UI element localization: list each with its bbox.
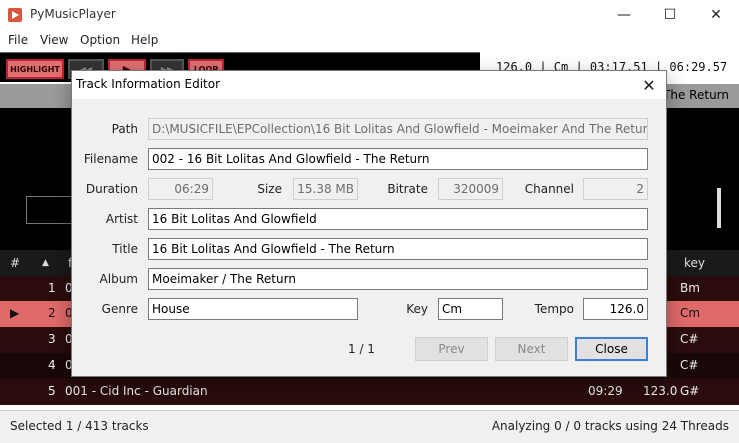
size-label: Size: [257, 182, 282, 196]
row-number: 2: [48, 306, 56, 320]
playing-marker-icon: ▶: [10, 306, 20, 320]
genre-field[interactable]: House: [148, 298, 358, 320]
sort-arrow-icon[interactable]: ▲: [42, 258, 49, 268]
maximize-button[interactable]: ☐: [647, 0, 693, 30]
prev-button[interactable]: Prev: [415, 337, 488, 361]
next-button[interactable]: Next: [495, 337, 568, 361]
menu-file[interactable]: File: [8, 33, 28, 47]
row-number: 5: [48, 384, 56, 398]
duration-label: Duration: [85, 182, 138, 196]
tempo-field[interactable]: 126.0: [583, 298, 648, 320]
album-field[interactable]: Moeimaker / The Return: [148, 268, 648, 290]
row-key: Bm: [680, 281, 700, 295]
path-label: Path: [111, 122, 138, 136]
close-window-button[interactable]: ✕: [693, 0, 739, 30]
artist-field[interactable]: 16 Bit Lolitas And Glowfield: [148, 208, 648, 230]
title-field[interactable]: 16 Bit Lolitas And Glowfield - The Retur…: [148, 238, 648, 260]
title-label: Title: [112, 242, 138, 256]
bitrate-label: Bitrate: [387, 182, 428, 196]
dialog-titlebar: Track Information Editor ✕: [72, 71, 666, 99]
channel-label: Channel: [524, 182, 574, 196]
status-selection: Selected 1 / 413 tracks: [10, 419, 149, 433]
row-file: 001 - Cid Inc - Guardian: [65, 384, 208, 398]
key-field[interactable]: Cm: [438, 298, 503, 320]
size-field: 15.38 MB: [293, 178, 358, 200]
menu-bar: File View Option Help: [0, 30, 739, 52]
menu-option[interactable]: Option: [80, 33, 120, 47]
table-row[interactable]: 5 001 - Cid Inc - Guardian 09:29 123.0 G…: [0, 379, 739, 405]
waveform-graphic: [26, 196, 76, 224]
key-label: Key: [406, 302, 428, 316]
artist-label: Artist: [105, 212, 138, 226]
close-button[interactable]: Close: [575, 337, 648, 361]
volume-slider[interactable]: [717, 188, 721, 228]
filename-field[interactable]: 002 - 16 Bit Lolitas And Glowfield - The…: [148, 148, 648, 170]
row-key: C#: [680, 332, 699, 346]
row-tempo: 123.0: [643, 384, 678, 398]
record-pager: 1 / 1: [348, 342, 375, 356]
album-label: Album: [99, 272, 138, 286]
status-bar: Selected 1 / 413 tracks Analyzing 0 / 0 …: [0, 410, 739, 443]
channel-field: 2: [583, 178, 648, 200]
column-header-key[interactable]: key: [684, 256, 705, 270]
row-key: Cm: [680, 306, 701, 320]
genre-label: Genre: [101, 302, 138, 316]
row-key: C#: [680, 358, 699, 372]
menu-help[interactable]: Help: [131, 33, 158, 47]
menu-view[interactable]: View: [40, 33, 68, 47]
column-header-num[interactable]: #: [10, 256, 20, 270]
dialog-title: Track Information Editor: [76, 77, 221, 91]
app-icon: [8, 8, 22, 22]
app-title: PyMusicPlayer: [30, 7, 116, 21]
bitrate-field: 320009: [438, 178, 503, 200]
row-key: G#: [680, 384, 700, 398]
window-titlebar: PyMusicPlayer — ☐ ✕: [0, 0, 739, 30]
duration-field: 06:29: [148, 178, 213, 200]
row-number: 3: [48, 332, 56, 346]
filename-label: Filename: [83, 152, 138, 166]
tempo-label: Tempo: [534, 302, 574, 316]
row-time: 09:29: [588, 384, 623, 398]
highlight-button[interactable]: HIGHLIGHT: [6, 59, 64, 79]
minimize-button[interactable]: —: [601, 0, 647, 30]
row-number: 4: [48, 358, 56, 372]
row-number: 1: [48, 281, 56, 295]
now-playing-title: The Return: [663, 88, 729, 102]
path-field: D:\MUSICFILE\EPCollection\16 Bit Lolitas…: [148, 118, 648, 140]
status-analysis: Analyzing 0 / 0 tracks using 24 Threads: [491, 419, 729, 433]
track-info-dialog: Track Information Editor ✕ Path D:\MUSIC…: [71, 70, 667, 377]
dialog-close-icon[interactable]: ✕: [632, 71, 666, 99]
